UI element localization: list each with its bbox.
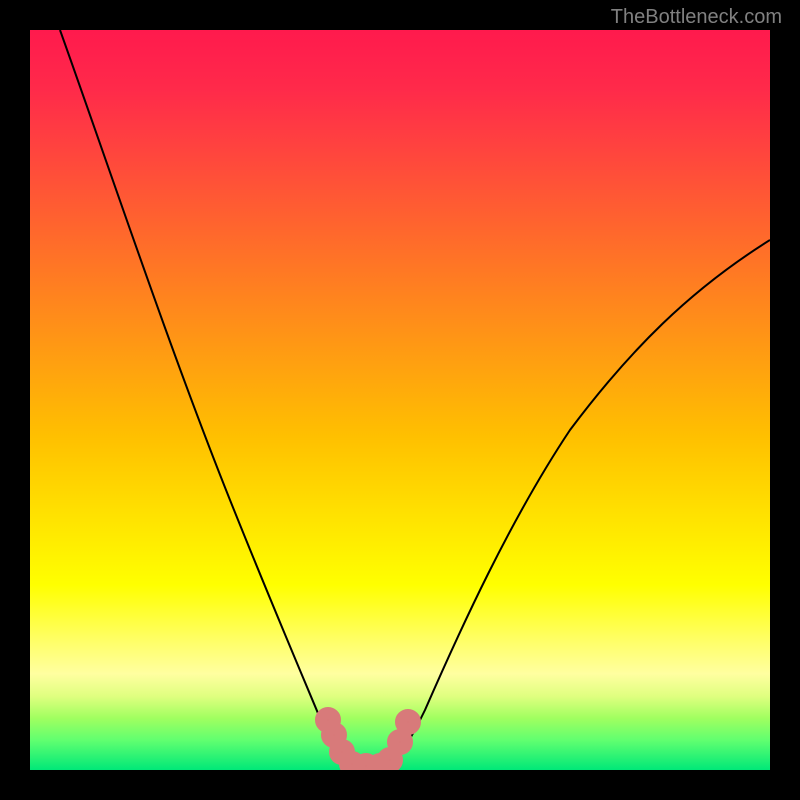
bottleneck-curve-line <box>60 30 770 770</box>
watermark-text: TheBottleneck.com <box>611 6 782 29</box>
highlighted-markers <box>321 713 415 770</box>
chart-plot-area <box>30 30 770 770</box>
chart-svg <box>30 30 770 770</box>
